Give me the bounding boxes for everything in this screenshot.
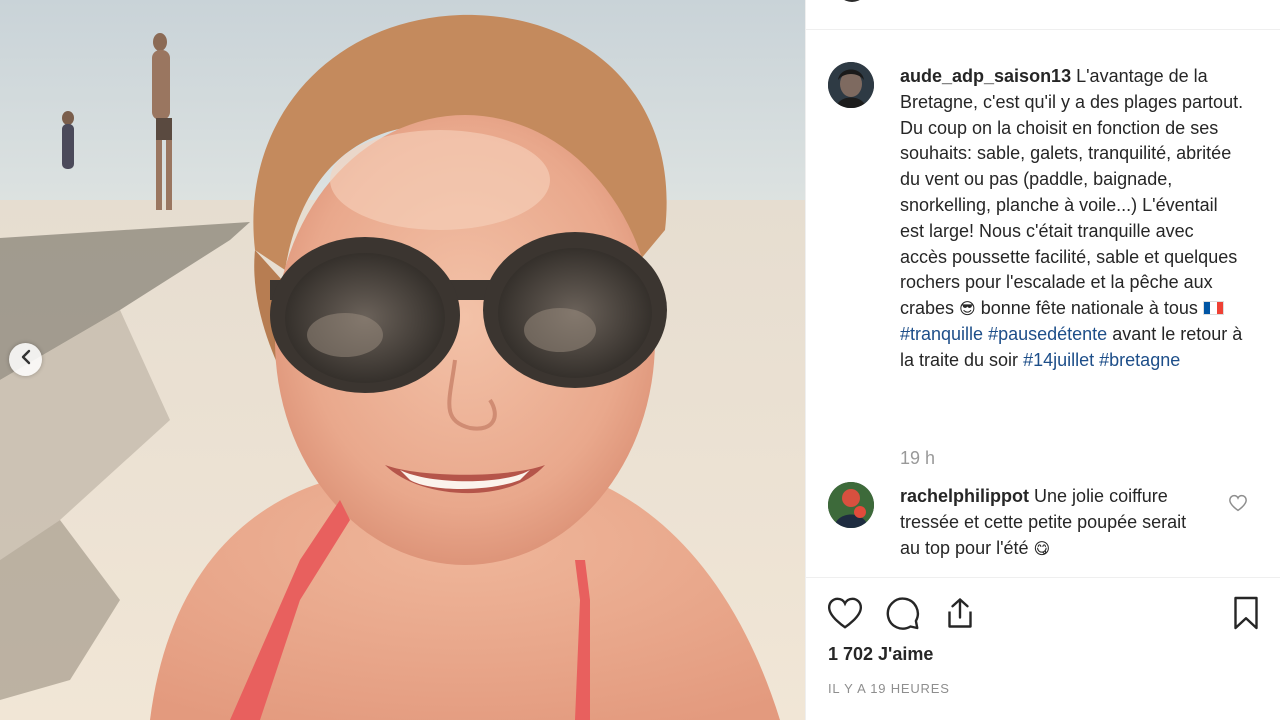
post-actions: 1 702 J'aime IL Y A 19 HEURES (806, 577, 1280, 720)
commenter-avatar[interactable] (828, 482, 874, 528)
caption-username[interactable]: aude_adp_saison13 (900, 66, 1071, 86)
post-side-panel: aude_adp_saison13 L'avantage de la Breta… (805, 0, 1280, 720)
caption-body: L'avantage de la Bretagne, c'est qu'il y… (900, 66, 1244, 319)
share-button[interactable] (942, 595, 978, 636)
caption-time[interactable]: 19 h (900, 448, 935, 469)
share-icon (948, 598, 972, 628)
bookmark-icon (1234, 596, 1258, 630)
previous-photo-button[interactable] (9, 343, 42, 376)
yum-emoji: 😋 (1033, 538, 1051, 558)
france-flag-icon (1202, 301, 1224, 316)
comment-button[interactable] (884, 595, 922, 636)
likes-count[interactable]: 1 702 J'aime (828, 644, 933, 665)
caption-body-2: bonne fête nationale à tous (980, 298, 1198, 319)
comment-username[interactable]: rachelphilippot (900, 486, 1029, 506)
hashtag-link[interactable]: #pausedétente (988, 324, 1107, 344)
like-button[interactable] (826, 595, 864, 636)
comments-section[interactable]: aude_adp_saison13 L'avantage de la Breta… (806, 30, 1280, 577)
post-photo (0, 0, 805, 720)
heart-icon (1229, 494, 1247, 512)
comment-text: rachelphilippot Une jolie coiffure tress… (900, 484, 1200, 561)
comment-like-button[interactable] (1228, 494, 1248, 517)
hashtag-link[interactable]: #14juillet (1023, 350, 1094, 370)
caption-text: aude_adp_saison13 L'avantage de la Breta… (900, 64, 1245, 374)
header-avatar[interactable] (836, 0, 868, 2)
chevron-left-icon (20, 349, 32, 370)
heart-icon (827, 597, 863, 629)
save-button[interactable] (1230, 595, 1262, 636)
photo-illustration (0, 0, 805, 720)
sunglasses-emoji: 😎 (959, 299, 976, 319)
comment-icon (886, 597, 919, 630)
author-avatar[interactable] (828, 62, 874, 108)
hashtag-link[interactable]: #bretagne (1099, 350, 1180, 370)
post-header (806, 0, 1280, 30)
post-timestamp[interactable]: IL Y A 19 HEURES (828, 681, 950, 696)
hashtag-link[interactable]: #tranquille (900, 324, 983, 344)
